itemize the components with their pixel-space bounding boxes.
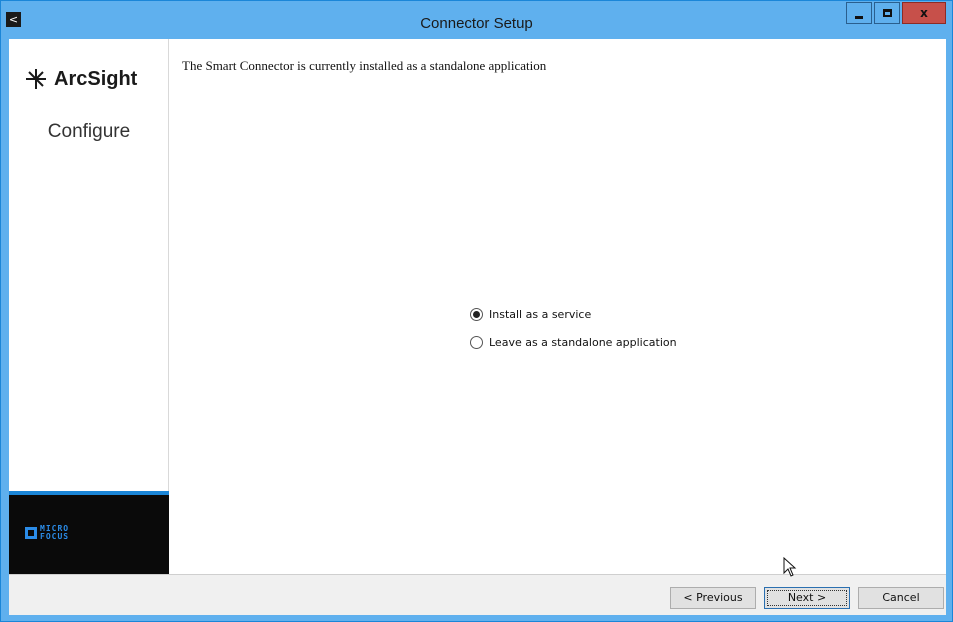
connector-setup-window: < Connector Setup x ArcSight Configure M…	[0, 0, 953, 622]
cancel-button[interactable]: Cancel	[858, 587, 944, 609]
wizard-button-bar: < Previous Next > Cancel	[9, 574, 946, 615]
micro-focus-wordmark: MICRO FOCUS	[40, 524, 70, 541]
minimize-icon	[855, 15, 863, 19]
maximize-icon	[882, 9, 892, 17]
option-label: Leave as a standalone application	[489, 335, 677, 349]
window-controls: x	[846, 2, 946, 24]
arcsight-logo: ArcSight	[24, 67, 137, 91]
previous-button[interactable]: < Previous	[670, 587, 756, 609]
install-mode-radio-group: Install as a service Leave as a standalo…	[470, 300, 677, 356]
radio-install-as-service[interactable]	[470, 307, 483, 321]
radio-selected-dot	[473, 310, 480, 318]
option-install-as-service[interactable]: Install as a service	[470, 300, 677, 328]
current-step-label: Configure	[47, 121, 131, 142]
micro-focus-mark: MICRO FOCUS	[25, 525, 69, 541]
micro-focus-icon	[25, 527, 37, 539]
next-button[interactable]: Next >	[764, 587, 850, 609]
close-icon: x	[920, 6, 928, 20]
maximize-button[interactable]	[874, 2, 900, 24]
option-label: Install as a service	[489, 307, 592, 321]
wizard-content: The Smart Connector is currently install…	[170, 39, 946, 574]
close-button[interactable]: x	[902, 2, 946, 24]
title-bar[interactable]: < Connector Setup x	[1, 1, 952, 39]
micro-focus-logo: MICRO FOCUS	[9, 491, 169, 574]
minimize-button[interactable]	[846, 2, 872, 24]
arcsight-star-icon	[26, 69, 46, 89]
radio-leave-standalone[interactable]	[470, 335, 483, 349]
status-message: The Smart Connector is currently install…	[182, 58, 547, 73]
mouse-pointer-icon	[783, 557, 797, 577]
option-leave-standalone[interactable]: Leave as a standalone application	[470, 328, 677, 356]
brand-name: ArcSight	[54, 67, 138, 90]
window-title: Connector Setup	[420, 15, 533, 32]
wizard-client-area: ArcSight Configure MICRO FOCUS The Smart…	[9, 39, 946, 615]
wizard-sidebar: ArcSight Configure MICRO FOCUS	[9, 39, 169, 574]
